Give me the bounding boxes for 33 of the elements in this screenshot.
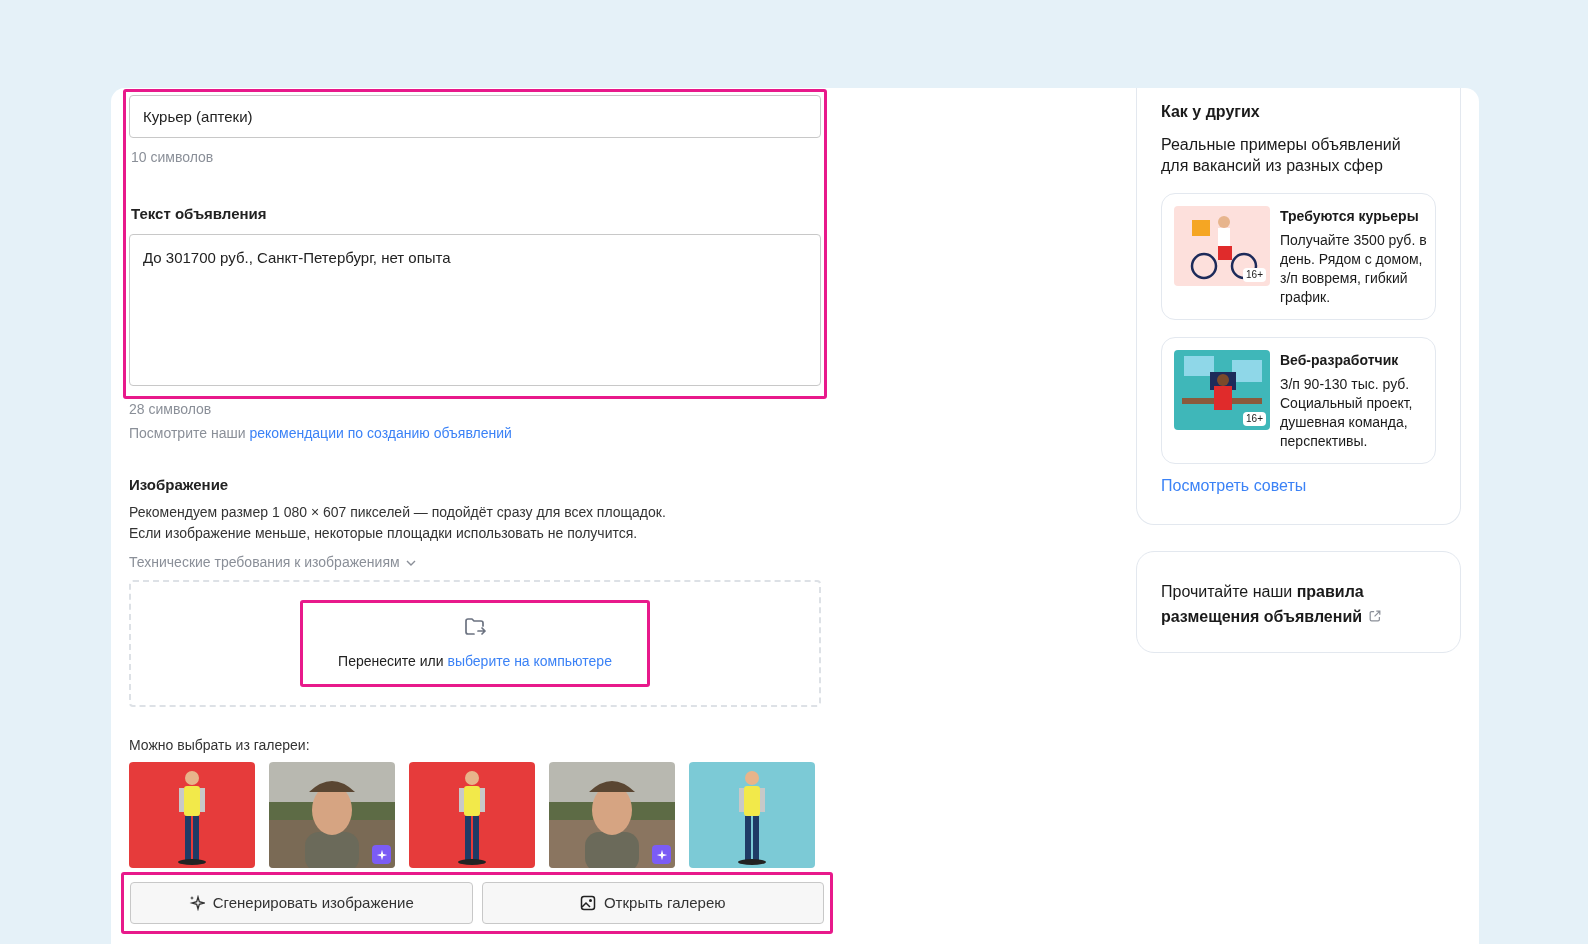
- generate-image-button[interactable]: Сгенерировать изображение: [130, 882, 473, 924]
- age-rating: 16+: [1243, 412, 1266, 426]
- recommendations-link[interactable]: рекомендации по созданию объявлений: [249, 424, 512, 441]
- card-title: Веб-разработчик: [1280, 351, 1400, 370]
- character-counter: 28 символов: [129, 399, 213, 419]
- text-field[interactable]: До 301700 руб., Санкт-Петербург, нет опыта: [129, 233, 821, 386]
- example-card[interactable]: 16+ Требуются курьеры Получайте 3500 руб. в день. Рядом с домом, з/п вовремя, гибкий график.: [1161, 193, 1436, 320]
- sparkle-icon: [188, 895, 205, 911]
- character-counter: 10 символов: [131, 148, 215, 167]
- card-title: Требуются курьеры: [1280, 207, 1420, 226]
- field-label: Текст объявления: [131, 204, 268, 224]
- description-text: Рекомендуем размер 1 080 × 607 пикселей — подойдёт сразу для всех площадок.: [129, 503, 667, 522]
- section-title: Изображение: [129, 474, 230, 495]
- gallery-label: Можно выбрать из галереи:: [129, 736, 311, 755]
- tips-link[interactable]: Посмотреть советы: [1161, 474, 1436, 498]
- open-gallery-button[interactable]: Открыть галерею: [481, 882, 824, 924]
- rules-link[interactable]: Прочитайте наши правила размещения объявлений: [1161, 579, 1436, 629]
- choose-file-link[interactable]: выберите на компьютере: [447, 653, 612, 669]
- panel-title: Как у других: [1161, 102, 1261, 122]
- upload-text: Перенесите или выберите на компьютере: [338, 652, 612, 671]
- example-card[interactable]: 16+ Веб-разработчик З/п 90-130 тыс. руб. Социальный проект, душевная команда, перспективы.: [1161, 337, 1436, 464]
- sparkle-badge-icon: [372, 845, 391, 864]
- drop-zone[interactable]: Перенесите или выберите на компьютере: [129, 580, 821, 707]
- title-field[interactable]: Курьер (аптеки): [129, 95, 821, 138]
- card-text: З/п 90-130 тыс. руб. Социальный проект, душевная команда, перспективы.: [1280, 375, 1414, 451]
- sparkle-badge-icon: [652, 845, 671, 864]
- recommendation-text: Посмотрите наши рекомендации по созданию объявлений: [129, 423, 513, 443]
- age-rating: 16+: [1243, 268, 1266, 282]
- external-link-icon: [1368, 609, 1383, 623]
- panel-subtitle: Реальные примеры объявлений для вакансий из разных сфер: [1161, 135, 1402, 176]
- image-icon: [579, 895, 596, 911]
- description-text: Если изображение меньше, некоторые площадки использовать не получится.: [129, 524, 639, 543]
- card-text: Получайте 3500 руб. в день. Рядом с домом, з/п вовремя, гибкий график.: [1280, 231, 1427, 307]
